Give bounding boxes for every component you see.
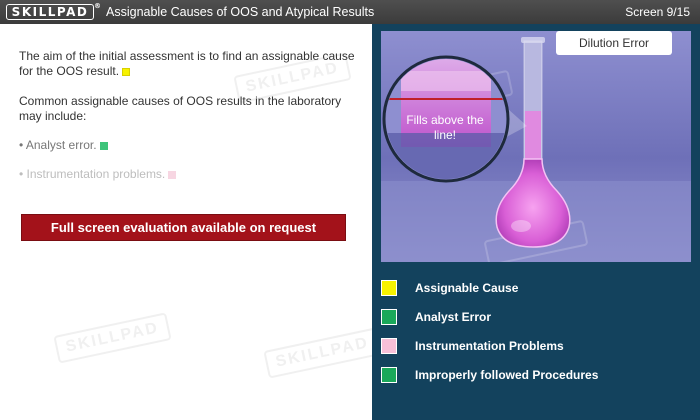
assignable-cause-marker — [122, 67, 131, 76]
legend-item-assignable-cause: Assignable Cause — [381, 273, 598, 302]
legend-label: Analyst Error — [415, 309, 492, 324]
bullet-instrumentation-problems: • Instrumentation problems. — [19, 167, 359, 182]
watermark: SKILLPAD — [263, 327, 372, 379]
legend-swatch — [381, 337, 397, 354]
legend-item-instrumentation-problems: Instrumentation Problems — [381, 331, 598, 360]
skillpad-logo: SKILLPAD ® — [6, 2, 101, 20]
bullet-analyst-error: • Analyst error. — [19, 138, 359, 153]
volumetric-flask-illustration-icon — [381, 31, 691, 262]
common-causes-paragraph: Common assignable causes of OOS results … — [19, 94, 342, 123]
legend-label: Instrumentation Problems — [415, 338, 564, 353]
flask-illustration: Fills above the line! — [381, 31, 691, 262]
content-area: SKILLPAD SKILLPAD SKILLPAD The aim of th… — [0, 24, 372, 420]
legend-item-improperly-followed-procedures: Improperly followed Procedures — [381, 360, 598, 389]
dilution-error-label: Dilution Error — [556, 31, 672, 55]
watermark: SKILLPAD — [53, 312, 172, 364]
title-bar: SKILLPAD ® Assignable Causes of OOS and … — [0, 0, 700, 24]
callout-text: Fills above the line! — [406, 113, 484, 142]
media-panel: Fills above the line! Dilution Error Ass… — [372, 24, 700, 420]
logo-text: SKILLPAD — [11, 5, 89, 19]
analyst-error-marker — [99, 141, 108, 150]
course-title: Assignable Causes of OOS and Atypical Re… — [106, 5, 375, 19]
legend-swatch — [381, 279, 397, 296]
full-screen-evaluation-button[interactable]: Full screen evaluation available on requ… — [21, 214, 346, 241]
registered-mark: ® — [94, 2, 101, 10]
legend-label: Assignable Cause — [415, 280, 519, 295]
intro-paragraph: The aim of the initial assessment is to … — [19, 49, 355, 78]
legend: Assignable Cause Analyst Error Instrumen… — [381, 273, 598, 389]
legend-item-analyst-error: Analyst Error — [381, 302, 598, 331]
legend-swatch — [381, 366, 397, 383]
screen-counter: Screen 9/15 — [625, 5, 690, 19]
legend-swatch — [381, 308, 397, 325]
legend-label: Improperly followed Procedures — [415, 367, 599, 382]
instrumentation-marker — [168, 170, 177, 179]
